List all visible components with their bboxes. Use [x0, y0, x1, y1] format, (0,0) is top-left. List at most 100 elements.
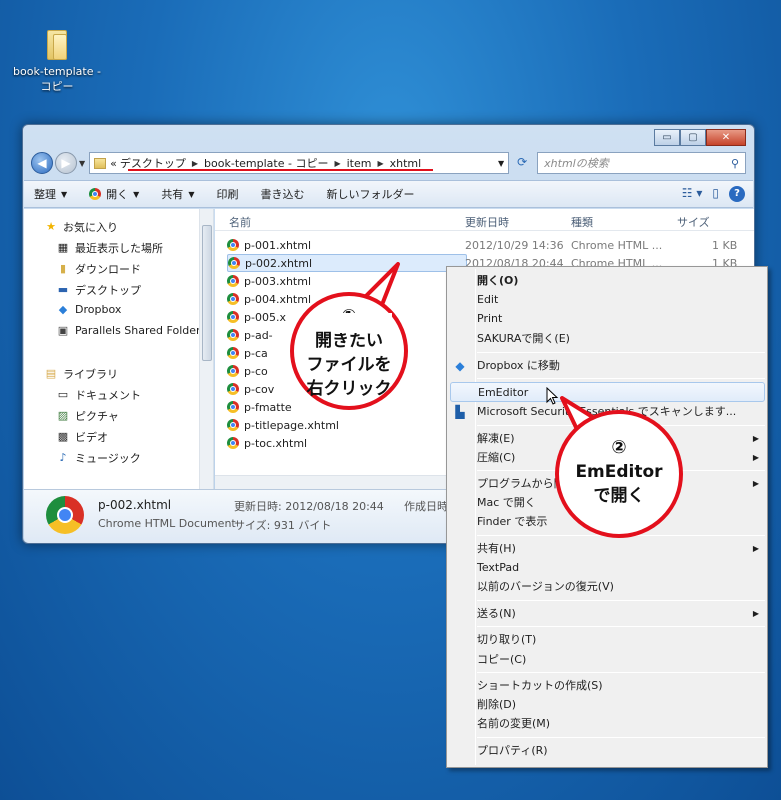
back-button[interactable]: ◀: [31, 152, 53, 174]
refresh-icon[interactable]: ⟳: [511, 152, 533, 174]
share-button[interactable]: 共有 ▼: [161, 186, 194, 202]
details-filetype: Chrome HTML Document: [98, 517, 236, 530]
navigation-row: ◀ ▶ ▼ « デスクトップ ▶ book-template - コピー ▶ i…: [31, 151, 746, 175]
print-button[interactable]: 印刷: [216, 186, 238, 202]
file-row[interactable]: p-toc.xhtml: [227, 434, 307, 452]
menu-create-shortcut[interactable]: ショートカットの作成(S): [477, 676, 765, 696]
file-row[interactable]: p-ad-: [227, 326, 273, 344]
file-row[interactable]: p-co: [227, 362, 268, 380]
chevron-right-icon[interactable]: ▶: [192, 159, 198, 168]
nav-dropbox[interactable]: ◆ Dropbox: [56, 302, 122, 316]
chrome-icon: [46, 496, 84, 534]
recent-pages-dropdown[interactable]: ▼: [79, 159, 85, 168]
menu-share[interactable]: 共有(H) ▶: [477, 539, 765, 559]
column-modified[interactable]: 更新日時: [465, 214, 509, 230]
menu-restore-previous[interactable]: 以前のバージョンの復元(V): [477, 577, 765, 597]
nav-scrollbar[interactable]: [199, 209, 213, 489]
burn-button[interactable]: 書き込む: [260, 186, 304, 202]
menu-rename[interactable]: 名前の変更(M): [477, 714, 765, 734]
file-row[interactable]: p-ca: [227, 344, 268, 362]
callout-2-line1: EmEditor: [575, 462, 663, 482]
callout-2-line2: で開く: [593, 486, 645, 506]
nav-downloads[interactable]: ▮ ダウンロード: [56, 261, 141, 277]
breadcrumb-xhtml[interactable]: xhtml: [390, 157, 422, 170]
callout-step-2: ② EmEditor で開く: [555, 410, 683, 538]
preview-pane-icon[interactable]: ▯: [712, 186, 719, 202]
folder-icon: [94, 157, 107, 169]
chevron-right-icon[interactable]: ▶: [334, 159, 340, 168]
forward-button[interactable]: ▶: [55, 152, 77, 174]
chrome-icon: [227, 383, 239, 395]
dropbox-icon: ◆: [58, 302, 68, 316]
desktop-icon-label-2: コピー: [40, 80, 74, 93]
star-icon: ★: [46, 220, 56, 233]
nav-videos[interactable]: ▩ ビデオ: [56, 429, 108, 445]
file-row[interactable]: p-003.xhtml: [227, 272, 311, 290]
desktop-folder-icon[interactable]: book-template - コピー: [12, 30, 102, 94]
file-row[interactable]: p-005.x: [227, 308, 286, 326]
chevron-right-icon[interactable]: ▶: [377, 159, 383, 168]
menu-dropbox-move[interactable]: Dropbox に移動: [477, 356, 765, 376]
chrome-icon: [227, 275, 239, 287]
desktop-icon-label-1: book-template -: [13, 65, 101, 78]
minimize-button[interactable]: ▭: [654, 129, 680, 146]
file-modified: 2012/10/29 14:36: [465, 239, 564, 252]
submenu-arrow-icon: ▶: [752, 544, 759, 553]
nav-music[interactable]: ♪ ミュージック: [56, 450, 140, 466]
nav-documents[interactable]: ▭ ドキュメント: [56, 387, 141, 403]
details-filename: p-002.xhtml: [98, 498, 172, 512]
search-input[interactable]: xhtmlの検索 ⚲: [537, 152, 746, 174]
file-row[interactable]: p-titlepage.xhtml: [227, 416, 339, 434]
nav-recent-places[interactable]: ▦ 最近表示した場所: [56, 240, 163, 256]
menu-sakura[interactable]: SAKURAで開く(E): [477, 329, 765, 349]
menu-copy[interactable]: コピー(C): [477, 650, 765, 670]
file-row[interactable]: p-cov: [227, 380, 274, 398]
help-icon[interactable]: ?: [729, 186, 745, 202]
column-type[interactable]: 種類: [571, 214, 593, 230]
maximize-button[interactable]: ▢: [680, 129, 706, 146]
address-dropdown-icon[interactable]: ▼: [498, 159, 504, 168]
chrome-icon: [227, 437, 239, 449]
details-size: サイズ: 931 バイト: [234, 519, 332, 532]
file-row[interactable]: p-001.xhtml: [227, 236, 311, 254]
menu-textpad[interactable]: TextPad: [477, 558, 765, 578]
close-button[interactable]: ✕: [706, 129, 746, 146]
chrome-icon: [227, 401, 239, 413]
window-controls: ▭ ▢ ✕: [654, 129, 746, 146]
chrome-icon: [227, 365, 239, 377]
menu-cut[interactable]: 切り取り(T): [477, 630, 765, 650]
nav-pictures[interactable]: ▨ ピクチャ: [56, 408, 119, 424]
organize-button[interactable]: 整理 ▼: [34, 186, 67, 202]
menu-send-to[interactable]: 送る(N) ▶: [477, 604, 765, 624]
column-size[interactable]: サイズ: [677, 214, 710, 230]
details-modified: 更新日時: 2012/08/18 20:44: [234, 500, 384, 513]
file-row[interactable]: p-fmatte: [227, 398, 292, 416]
recent-places-icon: ▦: [57, 241, 69, 254]
open-button[interactable]: 開く ▼: [89, 186, 139, 202]
search-icon[interactable]: ⚲: [731, 157, 739, 170]
view-options-icon[interactable]: ☷ ▾: [682, 186, 703, 202]
menu-delete[interactable]: 削除(D): [477, 695, 765, 715]
menu-properties[interactable]: プロパティ(R): [477, 741, 765, 761]
menu-gutter: [475, 269, 476, 765]
file-type: Chrome HTML ...: [571, 239, 663, 252]
submenu-arrow-icon: ▶: [752, 453, 759, 462]
chevron-down-icon: ▼: [188, 189, 195, 199]
breadcrumb-item[interactable]: item: [347, 157, 372, 170]
nav-libraries[interactable]: ▤ ライブラリ: [44, 366, 118, 382]
new-folder-button[interactable]: 新しいフォルダー: [326, 186, 414, 202]
details-created: 作成日時: [404, 500, 448, 513]
nav-parallels[interactable]: ▣ Parallels Shared Folders: [56, 324, 206, 337]
callout-2-number: ②: [611, 437, 627, 458]
menu-print[interactable]: Print: [477, 309, 765, 329]
chevron-down-icon: ▼: [133, 189, 140, 199]
column-name[interactable]: 名前: [229, 214, 251, 230]
menu-open[interactable]: 開く(O): [477, 271, 765, 291]
nav-favorites[interactable]: ★ お気に入り: [44, 219, 118, 235]
breadcrumb-prefix[interactable]: «: [110, 157, 117, 170]
nav-desktop[interactable]: ▬ デスクトップ: [56, 282, 141, 298]
chevron-down-icon: ▼: [61, 189, 68, 199]
menu-edit[interactable]: Edit: [477, 290, 765, 310]
chrome-icon: [89, 188, 102, 200]
nav-scrollbar-thumb[interactable]: [202, 225, 212, 361]
